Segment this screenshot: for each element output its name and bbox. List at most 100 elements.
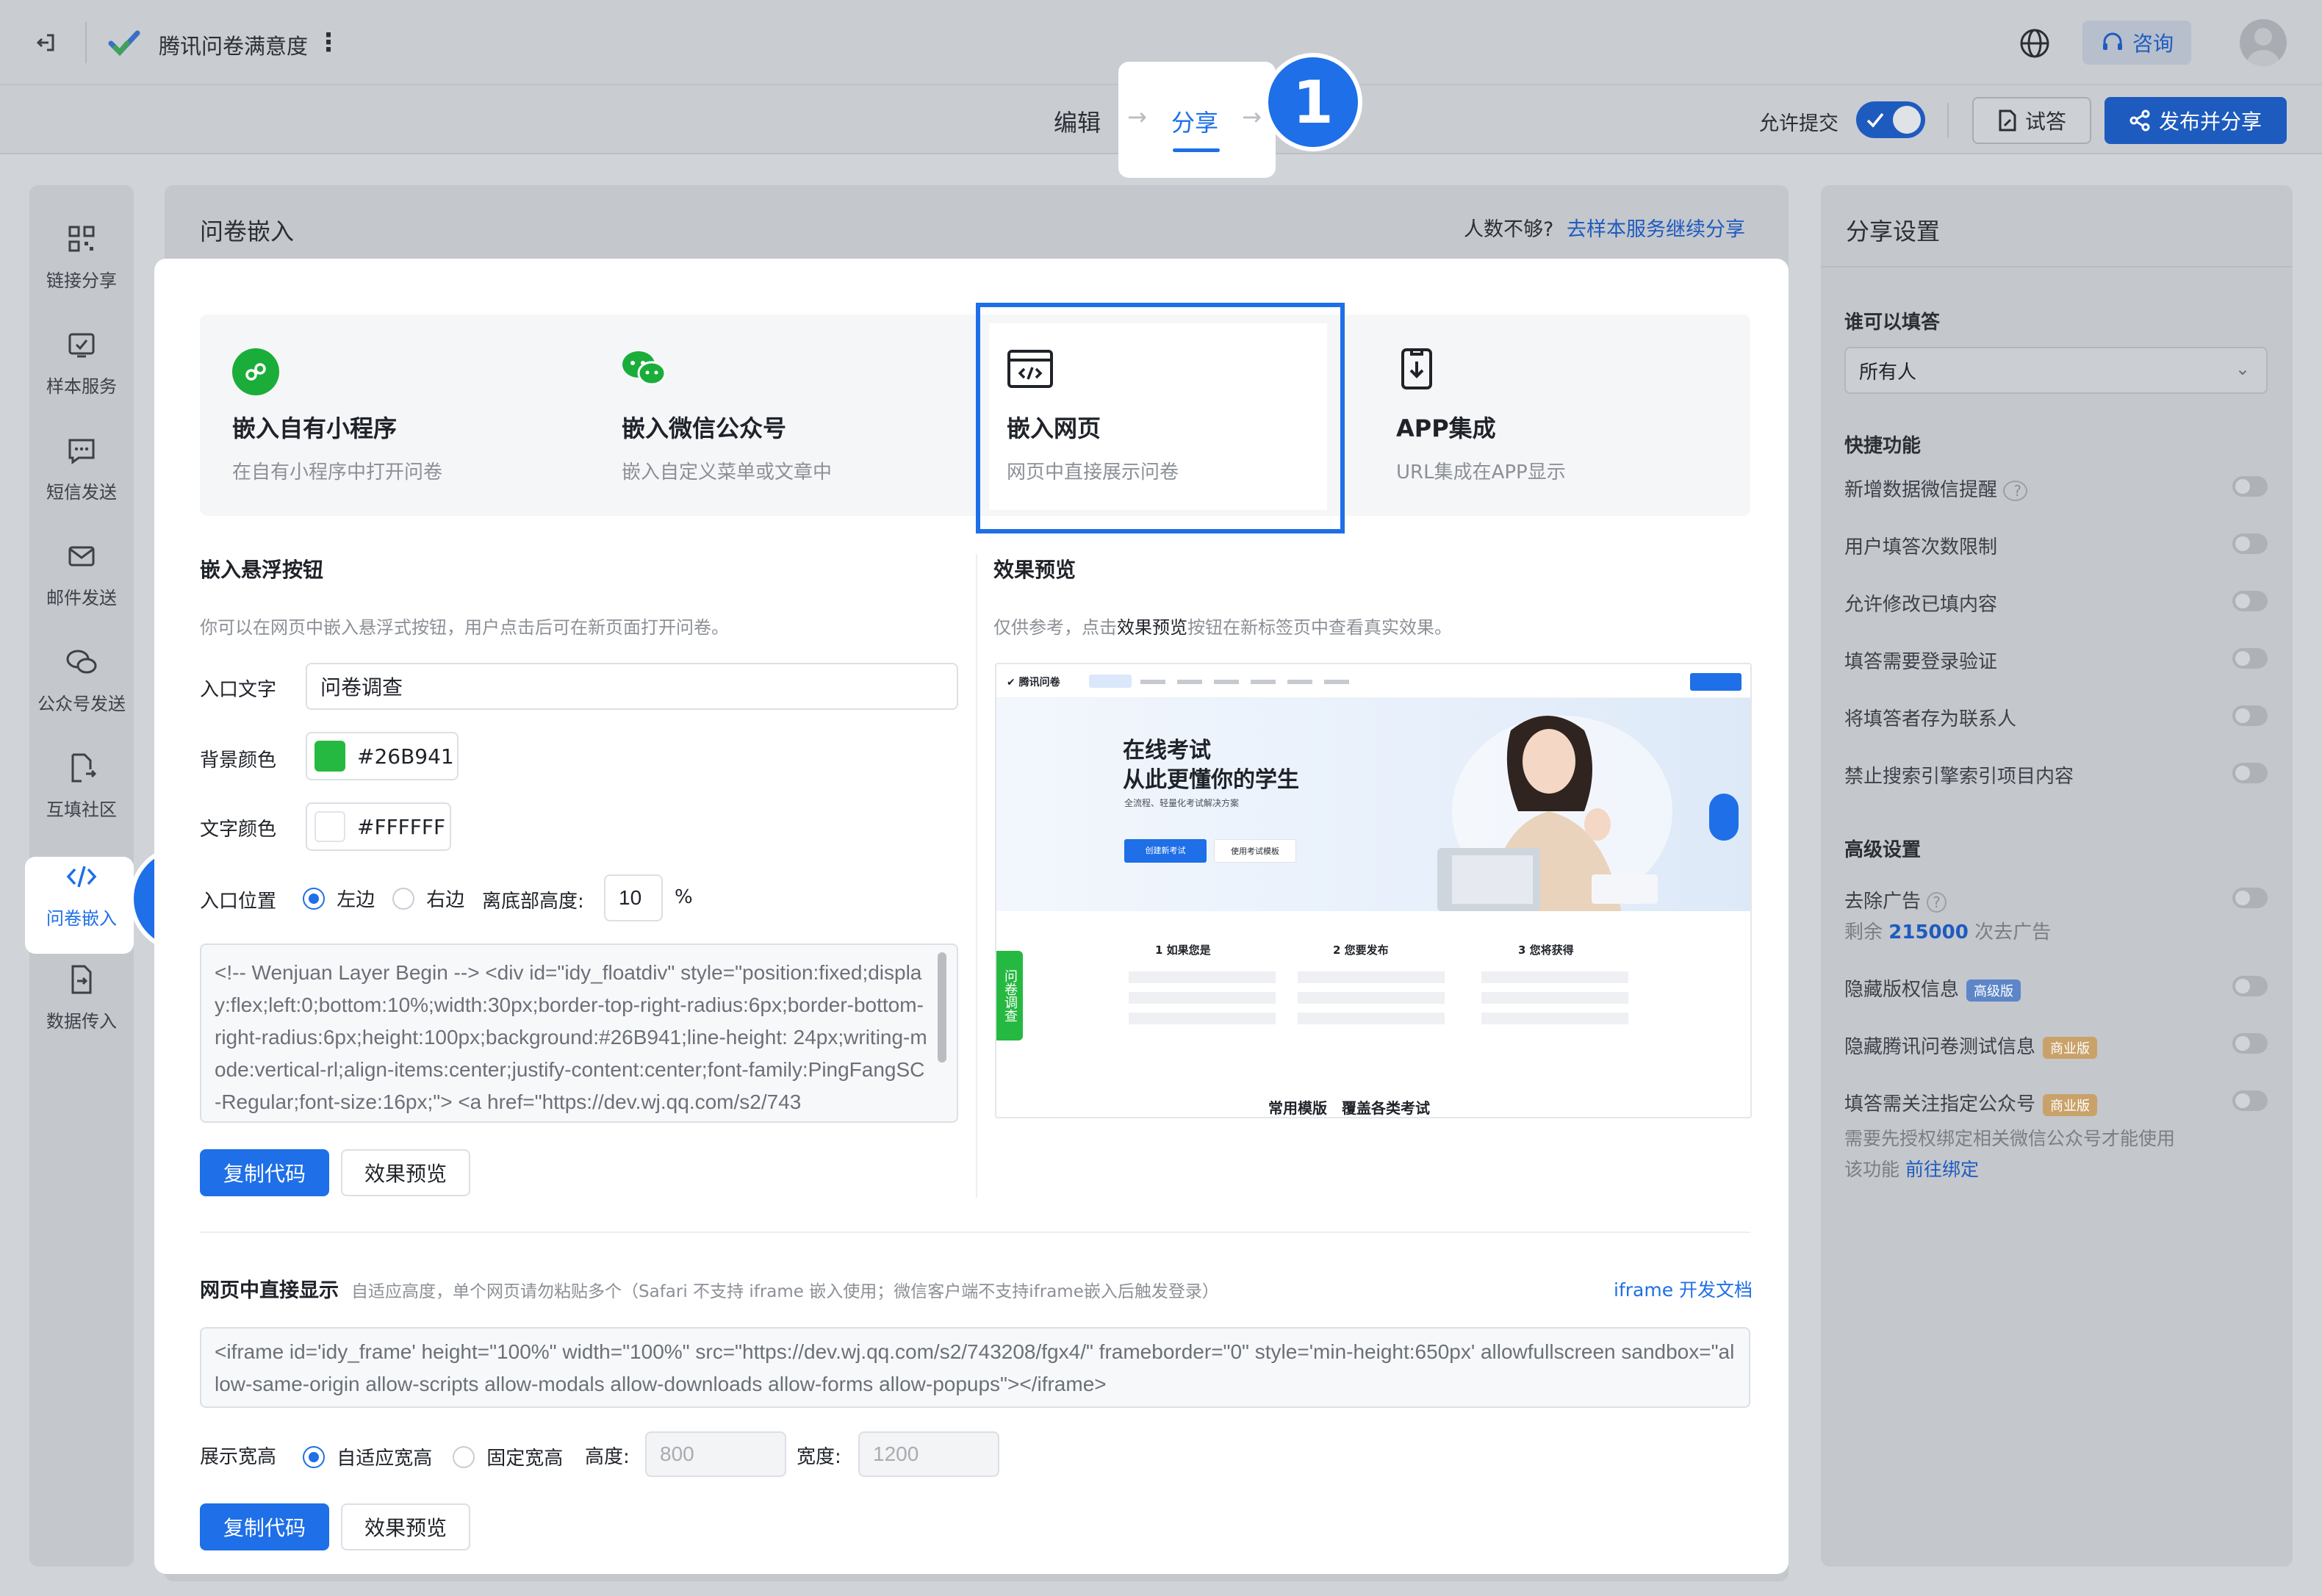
height-input[interactable] bbox=[645, 1431, 786, 1477]
help-circle-icon[interactable]: ? bbox=[2003, 481, 2027, 501]
preview-title: 效果预览 bbox=[993, 558, 1076, 582]
quick-function-toggle[interactable] bbox=[2232, 705, 2268, 726]
doc-exchange-icon bbox=[63, 750, 100, 786]
trial-button[interactable]: 试答 bbox=[1972, 97, 2091, 144]
preview-hero-illustration bbox=[1408, 701, 1672, 911]
who-can-answer-value: 所有人 bbox=[1859, 361, 1917, 384]
bind-account-link[interactable]: 前往绑定 bbox=[1905, 1159, 1979, 1180]
more-menu-icon[interactable]: ⋮ bbox=[316, 28, 341, 57]
app-logo-icon bbox=[107, 26, 141, 60]
sidebar-item[interactable]: 公众号发送 bbox=[9, 644, 154, 715]
sidebar-item[interactable]: 邮件发送 bbox=[9, 538, 154, 609]
text-color-label: 文字颜色 bbox=[200, 819, 277, 841]
float-preview-button[interactable]: 效果预览 bbox=[341, 1149, 470, 1196]
step-arrow-right-icon: → bbox=[1242, 103, 1262, 131]
entry-position-label: 入口位置 bbox=[200, 891, 277, 913]
not-enough-text: 人数不够? bbox=[1464, 218, 1554, 241]
adaptive-size-radio[interactable]: 自适应宽高 bbox=[303, 1443, 432, 1470]
help-circle-icon[interactable]: ? bbox=[1927, 892, 1947, 913]
sidebar-item-label: 互填社区 bbox=[46, 799, 117, 820]
tile-miniprogram[interactable]: 嵌入自有小程序 在自有小程序中打开问卷 bbox=[229, 345, 582, 492]
language-globe-icon[interactable] bbox=[2018, 26, 2052, 60]
position-right-radio[interactable]: 右边 bbox=[392, 885, 464, 912]
back-icon[interactable] bbox=[32, 29, 59, 56]
sidebar-item[interactable]: 问卷嵌入 bbox=[9, 858, 154, 930]
code-scrollbar[interactable] bbox=[938, 952, 946, 1063]
sidebar-item[interactable]: 样本服务 bbox=[9, 326, 154, 398]
quick-function-toggle[interactable] bbox=[2232, 591, 2268, 611]
quick-function-toggle[interactable] bbox=[2232, 533, 2268, 554]
radio-unchecked bbox=[453, 1445, 475, 1468]
allow-submit-toggle[interactable] bbox=[1856, 101, 1925, 138]
consult-label: 咨询 bbox=[2132, 32, 2174, 56]
preview-hero-btn-2: 使用考试模板 bbox=[1214, 839, 1296, 863]
chevron-down-icon: ⌄ bbox=[2235, 359, 2250, 379]
app-download-icon bbox=[1396, 345, 1437, 392]
trial-label: 试答 bbox=[2024, 109, 2066, 134]
height-label: 高度: bbox=[585, 1446, 630, 1468]
quick-function-toggle[interactable] bbox=[2232, 476, 2268, 497]
who-can-answer-select[interactable]: 所有人 ⌄ bbox=[1844, 347, 2268, 394]
publish-label: 发布并分享 bbox=[2158, 109, 2262, 134]
remove-ad-label: 去除广告 ? bbox=[1844, 886, 1947, 913]
float-section-title: 嵌入悬浮按钮 bbox=[200, 558, 324, 582]
sidebar-item-label: 数据传入 bbox=[46, 1011, 117, 1032]
step-edit[interactable]: 编辑 bbox=[1054, 104, 1101, 138]
quick-functions-label: 快捷功能 bbox=[1844, 435, 1922, 457]
quick-function-toggle[interactable] bbox=[2232, 763, 2268, 783]
wechat-icon bbox=[63, 644, 100, 680]
wechat-icon bbox=[619, 345, 670, 392]
step-share[interactable]: 分享 bbox=[1171, 104, 1218, 138]
preview-hero-sub: 全流程、轻量化考试解决方案 bbox=[1124, 798, 1240, 808]
mail-icon bbox=[63, 538, 100, 575]
fixed-size-label: 固定宽高 bbox=[486, 1448, 564, 1470]
follow-account-toggle[interactable] bbox=[2232, 1090, 2268, 1111]
preview-hero-btn-1: 创建新考试 bbox=[1124, 839, 1207, 863]
tile-wechat-official[interactable]: 嵌入微信公众号 嵌入自定义菜单或文章中 bbox=[619, 345, 971, 492]
allow-submit-label: 允许提交 bbox=[1759, 112, 1838, 135]
sidebar-item[interactable]: 数据传入 bbox=[9, 961, 154, 1032]
preview-tag-grid-1 bbox=[1129, 968, 1276, 1030]
tile-subtitle: 嵌入自定义菜单或文章中 bbox=[622, 461, 833, 484]
remove-ad-toggle[interactable] bbox=[2232, 888, 2268, 908]
text-color-picker[interactable]: #FFFFFF bbox=[306, 802, 451, 851]
copy-iframe-code-button[interactable]: 复制代码 bbox=[200, 1503, 329, 1550]
iframe-doc-link[interactable]: iframe 开发文档 bbox=[1614, 1276, 1753, 1302]
consult-button[interactable]: 咨询 bbox=[2082, 21, 2191, 65]
preview-desc-link: 效果预览 bbox=[1117, 617, 1187, 638]
fixed-size-radio[interactable]: 固定宽高 bbox=[453, 1443, 563, 1470]
hide-copyright-label: 隐藏版权信息 高级版 bbox=[1844, 974, 2021, 1002]
hide-copyright-toggle[interactable] bbox=[2232, 976, 2268, 996]
sidebar-item[interactable]: 链接分享 bbox=[9, 220, 154, 292]
step-share-underline bbox=[1173, 148, 1220, 152]
quick-function-toggle[interactable] bbox=[2232, 648, 2268, 669]
bg-color-picker[interactable]: #26B941 bbox=[306, 732, 459, 780]
tile-app-integration[interactable]: APP集成 URL集成在APP显示 bbox=[1396, 345, 1719, 492]
text-color-value: #FFFFFF bbox=[357, 814, 446, 839]
sidebar-item[interactable]: 互填社区 bbox=[9, 750, 154, 821]
copy-float-code-button[interactable]: 复制代码 bbox=[200, 1149, 329, 1196]
width-input[interactable] bbox=[858, 1431, 999, 1477]
tile-webpage[interactable]: 嵌入网页 网页中直接展示问卷 bbox=[1007, 345, 1315, 492]
position-left-radio[interactable]: 左边 bbox=[303, 885, 375, 912]
publish-share-button[interactable]: 发布并分享 bbox=[2104, 97, 2287, 144]
follow-account-note-2: 该功能 前往绑定 bbox=[1844, 1159, 1979, 1180]
hide-test-info-toggle[interactable] bbox=[2232, 1033, 2268, 1054]
share-icon bbox=[2129, 109, 2150, 132]
radio-checked bbox=[303, 887, 325, 910]
sidebar-item[interactable]: 短信发送 bbox=[9, 432, 154, 503]
preview-site-logo: ✔ 腾讯问卷 bbox=[1007, 677, 1060, 689]
iframe-preview-button[interactable]: 效果预览 bbox=[341, 1503, 470, 1550]
float-embed-code[interactable]: <!-- Wenjuan Layer Begin --> <div id="id… bbox=[200, 943, 958, 1123]
sample-service-link[interactable]: 去样本服务继续分享 bbox=[1567, 213, 1745, 242]
quick-function-label: 新增数据微信提醒 ? bbox=[1844, 475, 2027, 502]
bottom-height-input[interactable] bbox=[604, 874, 663, 921]
entry-text-input[interactable] bbox=[306, 663, 958, 710]
radio-unchecked bbox=[392, 887, 414, 910]
preview-bottom-text: 常用模版 覆盖各类考试 bbox=[1268, 1099, 1430, 1117]
user-avatar[interactable] bbox=[2240, 19, 2287, 66]
bg-color-label: 背景颜色 bbox=[200, 750, 277, 772]
float-section-desc: 你可以在网页中嵌入悬浮式按钮，用户点击后可在新页面打开问卷。 bbox=[200, 617, 729, 638]
iframe-embed-code[interactable]: <iframe id='idy_frame' height="100%" wid… bbox=[200, 1327, 1750, 1408]
pro-badge: 高级版 bbox=[1966, 979, 2021, 1002]
